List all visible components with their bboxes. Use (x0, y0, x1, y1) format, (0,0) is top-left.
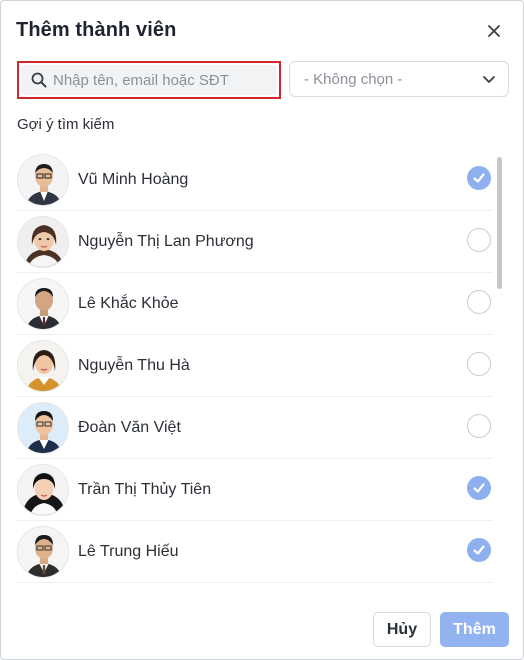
member-name: Lê Khắc Khỏe (78, 294, 179, 312)
dialog-title: Thêm thành viên (16, 19, 177, 41)
scrollbar-thumb[interactable] (497, 157, 502, 289)
add-button[interactable]: Thêm (440, 612, 509, 647)
selection-checkbox[interactable] (467, 414, 491, 438)
list-scrollbar[interactable] (497, 157, 502, 577)
footer-divider (1, 593, 523, 594)
add-member-dialog: Thêm thành viên - Không chọn - Gợi ý tìm… (0, 0, 524, 660)
search-highlight (17, 61, 281, 99)
filter-select-value: - Không chọn - (304, 70, 403, 88)
list-item[interactable]: Trần Thị Thủy Tiên (17, 459, 493, 521)
selection-checkbox[interactable] (467, 290, 491, 314)
filter-select[interactable]: - Không chọn - (289, 61, 509, 97)
member-name: Đoàn Văn Việt (78, 418, 181, 436)
close-icon (488, 25, 500, 37)
list-item[interactable] (17, 583, 493, 585)
list-item[interactable]: Lê Khắc Khỏe (17, 273, 493, 335)
list-item[interactable]: Nguyễn Thu Hà (17, 335, 493, 397)
list-item[interactable]: Đoàn Văn Việt (17, 397, 493, 459)
member-name: Lê Trung Hiếu (78, 542, 179, 560)
chevron-down-icon (482, 72, 496, 86)
avatar (17, 153, 69, 206)
suggestions-label: Gợi ý tìm kiếm (17, 116, 115, 133)
list-item[interactable]: Vũ Minh Hoàng (17, 149, 493, 211)
selection-checkbox[interactable] (467, 476, 491, 500)
member-name: Vũ Minh Hoàng (78, 170, 189, 188)
list-item[interactable]: Lê Trung Hiếu (17, 521, 493, 583)
checkmark-icon (473, 545, 485, 555)
selection-checkbox[interactable] (467, 166, 491, 190)
selection-checkbox[interactable] (467, 352, 491, 376)
avatar (17, 215, 69, 268)
selection-checkbox[interactable] (467, 538, 491, 562)
selection-checkbox[interactable] (467, 228, 491, 252)
member-name: Nguyễn Thị Lan Phương (78, 232, 254, 250)
search-field (21, 65, 277, 95)
avatar (17, 525, 69, 578)
search-icon (31, 72, 47, 88)
close-button[interactable] (483, 20, 505, 42)
checkmark-icon (473, 483, 485, 493)
member-name: Trần Thị Thủy Tiên (78, 480, 212, 498)
list-item[interactable]: Nguyễn Thị Lan Phương (17, 211, 493, 273)
avatar (17, 339, 69, 392)
avatar (17, 463, 69, 516)
avatar (17, 401, 69, 454)
suggestion-list: Vũ Minh Hoàng Nguyễn Thị Lan Phương Lê K… (17, 149, 493, 585)
member-name: Nguyễn Thu Hà (78, 356, 190, 374)
cancel-button[interactable]: Hủy (373, 612, 431, 647)
checkmark-icon (473, 173, 485, 183)
avatar (17, 277, 69, 330)
search-input[interactable] (53, 71, 263, 89)
